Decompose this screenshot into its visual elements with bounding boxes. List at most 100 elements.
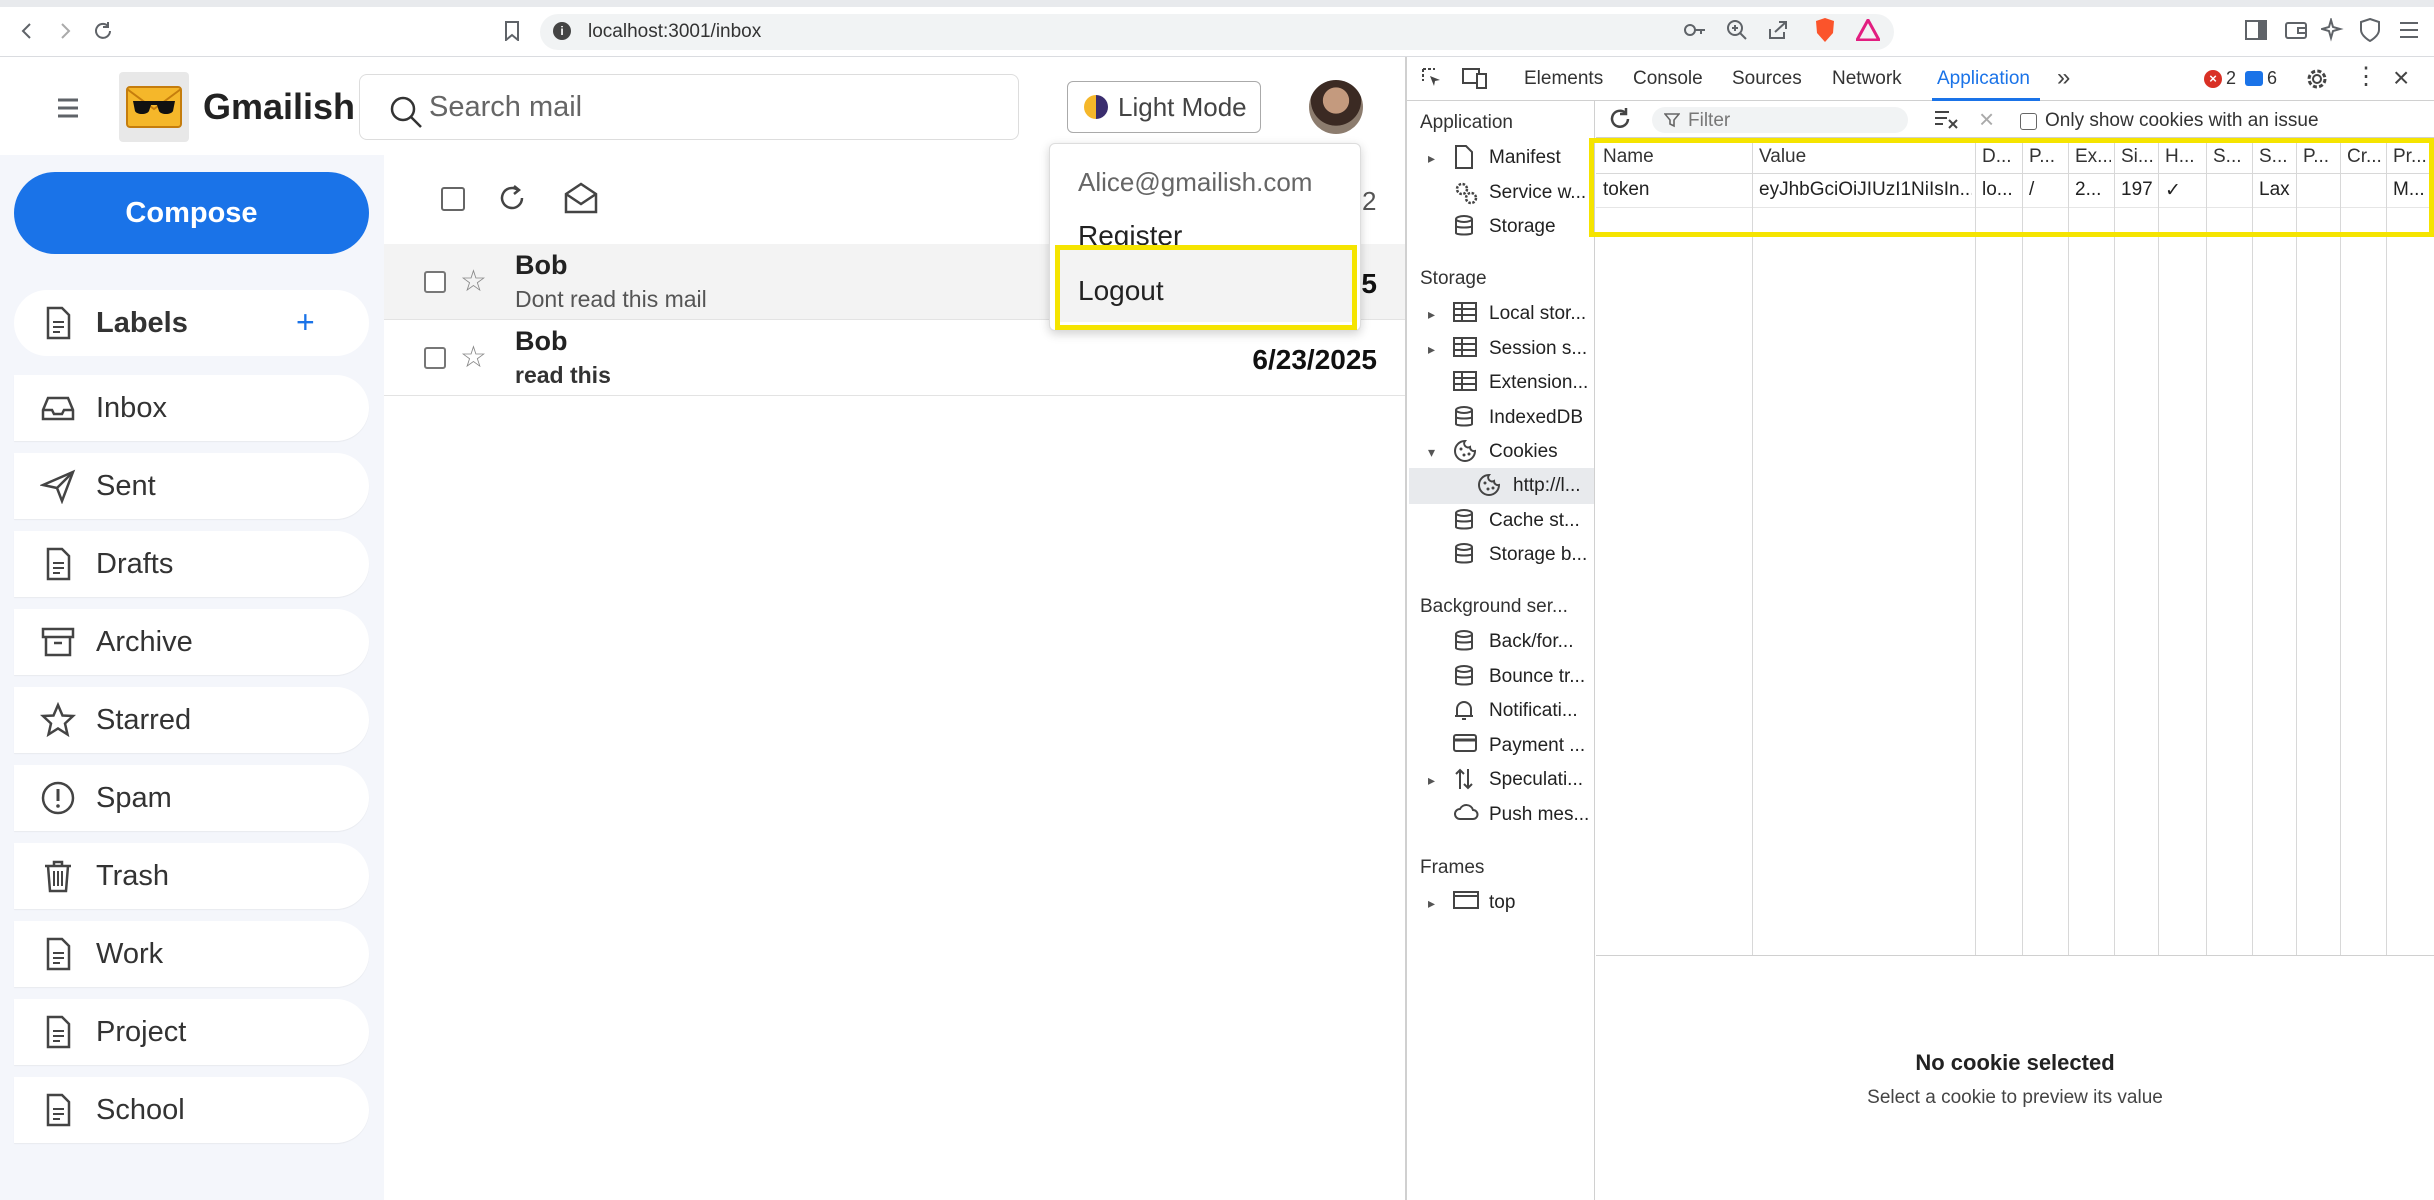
avatar[interactable]: [1309, 80, 1363, 134]
document-icon: [40, 546, 76, 582]
star-icon[interactable]: ☆: [460, 340, 487, 375]
select-all-checkbox[interactable]: [441, 187, 465, 211]
tree-item-extension-storage[interactable]: Extension...: [1453, 366, 1593, 400]
share-icon[interactable]: [1767, 19, 1789, 41]
expand-right-icon[interactable]: ▸: [1428, 306, 1435, 323]
back-icon[interactable]: [12, 16, 42, 46]
tree-item-storage[interactable]: Storage: [1453, 210, 1593, 244]
sidebar-item-spam[interactable]: Spam: [14, 765, 369, 831]
column-divider[interactable]: [2206, 140, 2207, 955]
inspect-element-icon[interactable]: [1420, 66, 1444, 90]
add-label-button[interactable]: +: [296, 304, 315, 341]
error-counter[interactable]: × 2: [2204, 68, 2236, 89]
column-divider[interactable]: [1975, 140, 1976, 955]
column-divider[interactable]: [2386, 140, 2387, 955]
tab-network[interactable]: Network: [1832, 68, 1902, 90]
sidebar-item-trash[interactable]: Trash: [14, 843, 369, 909]
expand-right-icon[interactable]: ▸: [1428, 341, 1435, 358]
sidebar-item-school[interactable]: School: [14, 1077, 369, 1143]
bookmark-icon[interactable]: [497, 16, 527, 46]
message-counter[interactable]: 6: [2245, 68, 2277, 89]
column-divider[interactable]: [2252, 140, 2253, 955]
star-icon[interactable]: ☆: [460, 264, 487, 299]
expand-right-icon[interactable]: ▸: [1428, 895, 1435, 912]
search-input[interactable]: Search mail: [429, 91, 582, 124]
tree-item-back-forward-cache[interactable]: Back/for...: [1453, 625, 1593, 659]
expand-down-icon[interactable]: ▾: [1428, 444, 1435, 461]
checkbox-box[interactable]: [2020, 112, 2037, 130]
browser-menu-icon[interactable]: [2398, 20, 2420, 40]
wallet-icon[interactable]: [2285, 20, 2307, 40]
tab-application[interactable]: Application: [1937, 68, 2030, 90]
tab-elements[interactable]: Elements: [1524, 68, 1603, 90]
sidebar-item-drafts[interactable]: Drafts: [14, 531, 369, 597]
tree-item-cookie-origin[interactable]: http://l...: [1477, 469, 1593, 503]
tree-item-payment-handler[interactable]: Payment ...: [1453, 729, 1593, 763]
mail-checkbox[interactable]: [424, 347, 446, 369]
column-divider[interactable]: [2068, 140, 2069, 955]
close-devtools-icon[interactable]: ×: [2393, 62, 2409, 94]
tree-item-label: Local stor...: [1489, 303, 1587, 324]
tree-item-manifest[interactable]: Manifest: [1453, 141, 1593, 175]
tree-item-speculative-loads[interactable]: Speculati...: [1453, 763, 1593, 797]
vpn-shield-icon[interactable]: [2359, 18, 2381, 42]
menu-icon[interactable]: [48, 90, 88, 126]
reload-icon[interactable]: [88, 16, 118, 46]
table-icon: [1453, 370, 1479, 396]
more-tabs-icon[interactable]: »: [2057, 64, 2070, 92]
tree-item-push-messaging[interactable]: Push mes...: [1453, 798, 1593, 832]
tree-item-label: IndexedDB: [1489, 407, 1584, 428]
tree-item-service-workers[interactable]: Service w...: [1453, 176, 1593, 210]
tree-item-indexeddb[interactable]: IndexedDB: [1453, 401, 1593, 435]
compose-button[interactable]: Compose: [14, 172, 369, 254]
theme-toggle-button[interactable]: Light Mode: [1067, 81, 1261, 133]
only-issues-checkbox[interactable]: Only show cookies with an issue: [2020, 110, 2319, 132]
tree-item-local-storage[interactable]: Local stor...: [1453, 297, 1593, 331]
key-icon[interactable]: [1683, 20, 1707, 40]
tree-item-top-frame[interactable]: top: [1453, 886, 1593, 920]
app-logo[interactable]: [119, 72, 189, 142]
sidebar-item-project[interactable]: Project: [14, 999, 369, 1065]
site-info-icon[interactable]: i: [553, 22, 571, 40]
column-divider[interactable]: [2158, 140, 2159, 955]
mail-checkbox[interactable]: [424, 271, 446, 293]
brave-rewards-icon[interactable]: [1856, 19, 1880, 41]
refresh-cookies-icon[interactable]: [1608, 107, 1632, 131]
tree-item-cache-storage[interactable]: Cache st...: [1453, 504, 1593, 538]
sidebar-item-inbox[interactable]: Inbox: [14, 375, 369, 441]
column-divider[interactable]: [2340, 140, 2341, 955]
tab-sources[interactable]: Sources: [1732, 68, 1802, 90]
column-divider[interactable]: [2114, 140, 2115, 955]
column-divider[interactable]: [2296, 140, 2297, 955]
brave-shield-icon[interactable]: [1814, 17, 1836, 43]
highlight-box: [1589, 138, 2434, 237]
url-text[interactable]: localhost:3001/inbox: [588, 21, 761, 43]
tree-item-storage-buckets[interactable]: Storage b...: [1453, 538, 1593, 572]
tab-console[interactable]: Console: [1633, 68, 1703, 90]
sidebar-item-starred[interactable]: Starred: [14, 687, 369, 753]
zoom-icon[interactable]: [1726, 19, 1748, 41]
tree-item-notifications[interactable]: Notificati...: [1453, 694, 1593, 728]
column-divider[interactable]: [2022, 140, 2023, 955]
sidebar-toggle-icon[interactable]: [2245, 20, 2267, 40]
column-divider[interactable]: [1752, 140, 1753, 955]
sidebar-item-work[interactable]: Work: [14, 921, 369, 987]
kebab-menu-icon[interactable]: ⋮: [2354, 64, 2378, 90]
clear-filtered-cookies-icon[interactable]: [1933, 108, 1959, 130]
forward-icon[interactable]: [50, 16, 80, 46]
delete-selected-icon[interactable]: ×: [1979, 104, 1994, 135]
mail-row[interactable]: ☆ Bob read this 6/23/2025: [384, 320, 1405, 396]
mark-read-icon[interactable]: [563, 182, 599, 214]
device-toolbar-icon[interactable]: [1462, 66, 1488, 90]
expand-right-icon[interactable]: ▸: [1428, 150, 1435, 167]
sidebar-item-sent[interactable]: Sent: [14, 453, 369, 519]
tree-item-bounce-tracking[interactable]: Bounce tr...: [1453, 660, 1593, 694]
expand-right-icon[interactable]: ▸: [1428, 772, 1435, 789]
sidebar-item-archive[interactable]: Archive: [14, 609, 369, 675]
leo-ai-icon[interactable]: [2321, 18, 2345, 42]
refresh-icon[interactable]: [496, 182, 528, 214]
tree-item-cookies[interactable]: Cookies: [1453, 435, 1593, 469]
tree-item-session-storage[interactable]: Session s...: [1453, 332, 1593, 366]
tree-item-label: Service w...: [1489, 182, 1587, 203]
settings-gear-icon[interactable]: [2304, 66, 2330, 92]
